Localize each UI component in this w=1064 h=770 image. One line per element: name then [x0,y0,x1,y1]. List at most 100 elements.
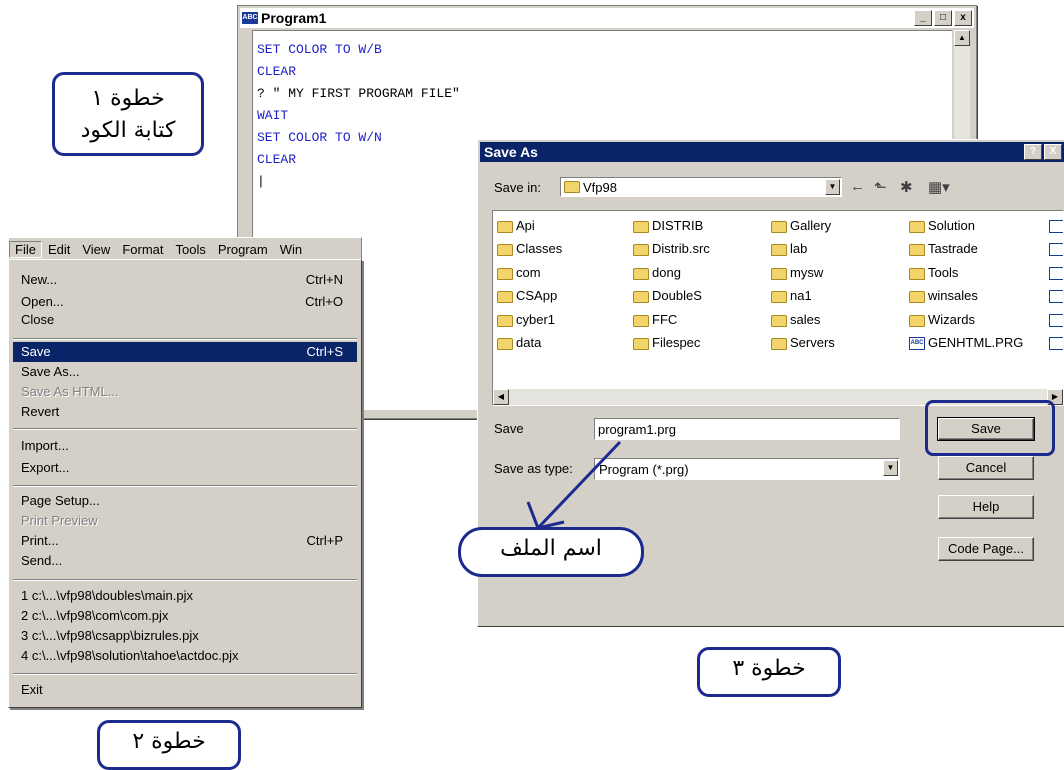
menu-item-print[interactable]: Print... Ctrl+P [13,531,357,551]
dialog-close-button[interactable]: X [1044,144,1062,160]
close-button[interactable]: x [954,10,972,26]
folder-item[interactable]: sales [771,311,820,329]
folder-item[interactable]: mysw [771,264,823,282]
file-item[interactable] [1049,334,1063,352]
folder-name: FFC [652,312,678,327]
folder-name: Tastrade [928,241,978,256]
folder-item[interactable]: Tastrade [909,240,978,258]
program-file-icon [1049,243,1063,257]
folder-item[interactable]: Solution [909,217,975,235]
menu-item-save-as[interactable]: Save As... [13,362,357,382]
folder-item[interactable]: na1 [771,287,812,305]
file-item[interactable] [1049,287,1063,305]
file-item[interactable] [1049,217,1063,235]
help-question-icon[interactable]: ? [1024,144,1042,160]
folder-item[interactable]: DoubleS [633,287,702,305]
menu-window[interactable]: Win [274,242,308,257]
folder-item[interactable]: Api [497,217,535,235]
menu-edit[interactable]: Edit [42,242,76,257]
menu-program[interactable]: Program [212,242,274,257]
folder-name: mysw [790,265,824,280]
menu-item-label: Save As HTML... [21,384,119,399]
minimize-button[interactable]: _ [914,10,932,26]
folder-icon [633,314,649,327]
folder-item[interactable]: lab [771,240,807,258]
scroll-left-arrow-icon[interactable]: ◀ [493,389,509,405]
menu-item-page-setup[interactable]: Page Setup... [13,491,357,511]
menu-format[interactable]: Format [116,242,169,257]
menu-shortcut: Ctrl+P [306,533,343,548]
step1-label: خطوة ١ [91,86,165,111]
folder-item[interactable]: DISTRIB [633,217,703,235]
folder-item[interactable]: winsales [909,287,978,305]
menu-item-label: Close [21,312,55,327]
dialog-titlebar[interactable]: Save As ? X [480,142,1064,162]
menu-item-revert[interactable]: Revert [13,402,357,422]
menu-item-send[interactable]: Send... [13,551,357,571]
menu-item-label: 4 c:\...\vfp98\solution\tahoe\actdoc.pjx [21,648,239,663]
folder-item[interactable]: FFC [633,311,677,329]
folder-item[interactable]: Servers [771,334,835,352]
code-line: CLEAR [257,64,297,79]
menu-separator [13,485,357,487]
new-folder-icon[interactable]: ✱ [900,178,913,196]
filename-input[interactable]: program1.prg [594,418,900,440]
folder-name: dong [652,265,681,280]
up-one-level-icon[interactable]: ⬑ [874,178,887,196]
folder-icon [633,267,649,280]
cancel-button[interactable]: Cancel [938,456,1034,480]
menu-item-import[interactable]: Import... [13,436,357,456]
menu-view[interactable]: View [76,242,116,257]
menu-separator [13,338,357,340]
save-button-highlight [925,400,1055,456]
scroll-up-arrow-icon[interactable]: ▲ [954,30,970,46]
folder-icon [909,220,925,233]
folder-item[interactable]: Wizards [909,311,975,329]
dialog-title: Save As [484,144,538,160]
editor-titlebar[interactable]: ABC Program1 _ □ x [240,8,974,28]
folder-item[interactable]: dong [633,264,681,282]
back-arrow-icon[interactable]: ← [850,178,865,195]
folder-icon [497,243,513,256]
menu-item-save[interactable]: Save Ctrl+S [13,342,357,362]
maximize-button[interactable]: □ [934,10,952,26]
folder-item[interactable]: com [497,264,541,282]
menu-item-recent-4[interactable]: 4 c:\...\vfp98\solution\tahoe\actdoc.pjx [13,646,357,666]
file-item[interactable] [1049,240,1063,258]
folder-item[interactable]: cyber1 [497,311,555,329]
folder-item[interactable]: Classes [497,240,562,258]
folder-item[interactable]: Gallery [771,217,831,235]
menu-shortcut: Ctrl+O [305,294,343,309]
save-as-type-dropdown[interactable]: Program (*.prg) ▼ [594,458,900,480]
file-item[interactable]: ABC GENHTML.PRG [909,334,1023,352]
menu-file[interactable]: File [9,240,42,258]
menu-item-open[interactable]: Open... Ctrl+O [13,292,357,312]
folder-item[interactable]: Filespec [633,334,700,352]
menu-item-label: 3 c:\...\vfp98\csapp\bizrules.pjx [21,628,199,643]
step2-label: خطوة ٢ [132,729,206,754]
folder-item[interactable]: Distrib.src [633,240,710,258]
file-list[interactable]: Api Classes com CSApp cyber1 data DISTRI… [492,210,1064,406]
view-menu-icon[interactable]: ▦▾ [928,178,950,196]
menu-item-recent-2[interactable]: 2 c:\...\vfp98\com\com.pjx [13,606,357,626]
chevron-down-icon: ▼ [825,179,840,195]
file-item[interactable] [1049,264,1063,282]
folder-icon [633,220,649,233]
menu-item-recent-3[interactable]: 3 c:\...\vfp98\csapp\bizrules.pjx [13,626,357,646]
save-in-dropdown[interactable]: Vfp98 ▼ [560,177,842,197]
menu-item-close[interactable]: Close [13,310,357,330]
file-item[interactable] [1049,311,1063,329]
folder-item[interactable]: Tools [909,264,958,282]
menu-tools[interactable]: Tools [169,242,211,257]
menu-item-export[interactable]: Export... [13,458,357,478]
menu-item-new[interactable]: New... Ctrl+N [13,270,357,290]
folder-item[interactable]: CSApp [497,287,557,305]
menu-item-recent-1[interactable]: 1 c:\...\vfp98\doubles\main.pjx [13,586,357,606]
folder-item[interactable]: data [497,334,541,352]
folder-name: DISTRIB [652,218,704,233]
help-button[interactable]: Help [938,495,1034,519]
code-line: WAIT [257,108,289,123]
menu-separator [13,428,357,430]
menu-item-exit[interactable]: Exit [13,680,357,700]
code-page-button[interactable]: Code Page... [938,537,1034,561]
